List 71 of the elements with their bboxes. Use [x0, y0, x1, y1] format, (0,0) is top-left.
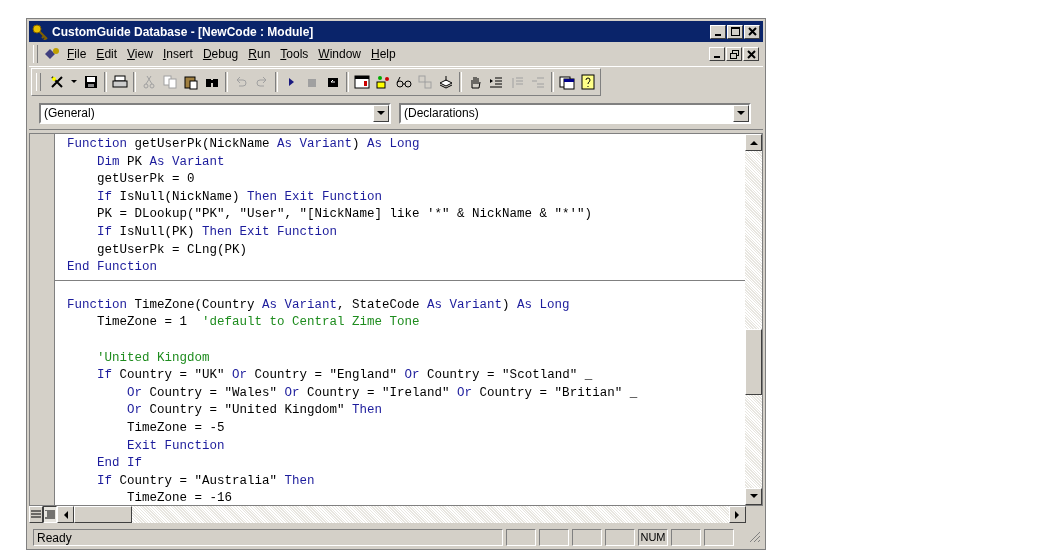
up-arrow-icon [749, 140, 758, 145]
code-line: Or Country = "United Kingdom" Then [126, 402, 384, 420]
code-line: Function TimeZone(Country As Variant, StateCode As Variant) As Long [67, 296, 571, 314]
code-line: TimeZone = -5 [126, 419, 226, 437]
code-line: getUserPk = 0 [96, 171, 196, 189]
module-icon[interactable] [43, 46, 61, 62]
glasses-icon[interactable] [396, 74, 412, 90]
code-line: PK = DLookup("PK", "User", "[NickName] like '*" & NickName & "*'") [96, 206, 594, 224]
status-panel [539, 528, 569, 546]
scroll-thumb[interactable] [74, 506, 132, 523]
menu-item[interactable]: Tools [276, 45, 313, 63]
minimize-button[interactable] [709, 47, 725, 61]
code-line: End If [96, 455, 143, 473]
object-browser-icon[interactable] [559, 74, 575, 90]
menu-item[interactable]: File [63, 45, 91, 63]
code-line: Function getUserPk(NickName As Variant) As Long [67, 136, 421, 153]
code-line: If Country = "Australia" Then [96, 472, 316, 490]
caret-icon [377, 110, 385, 116]
status-panel [605, 528, 635, 546]
minimize-icon [714, 56, 720, 58]
procedure-dropdown[interactable]: (Declarations) [399, 102, 751, 124]
num-lock-indicator: NUM [638, 528, 668, 546]
code-line: Or Country = "Wales" Or Country = "Ireland" Or Country = "Britian" _ [126, 384, 639, 402]
code-line: TimeZone = -16 [126, 490, 234, 505]
full-module-view-button[interactable] [43, 506, 57, 523]
caret-icon [737, 110, 745, 116]
minimize-icon [715, 33, 721, 36]
status-panel [506, 528, 536, 546]
key-icon [32, 23, 48, 40]
status-panel [572, 528, 602, 546]
code-line: If IsNull(PK) Then Exit Function [96, 223, 339, 241]
down-arrow-icon [749, 494, 758, 499]
vertical-scrollbar[interactable] [745, 134, 762, 505]
procedure-view-button[interactable] [29, 506, 43, 523]
menu-item[interactable]: Help [367, 45, 400, 63]
clipboard-icon[interactable] [183, 74, 199, 90]
code-line: TimeZone = 1 'default to Central Zime Tone [96, 314, 421, 332]
status-panel [704, 528, 734, 546]
menu-item[interactable]: Debug [198, 45, 243, 63]
status-message: Ready [33, 528, 503, 546]
status-panel [671, 528, 701, 546]
code-line: Exit Function [126, 437, 226, 455]
print-icon[interactable] [112, 74, 128, 90]
resize-grip-icon[interactable] [749, 531, 761, 543]
save-icon[interactable] [83, 74, 99, 90]
code-line: Dim PK As Variant [96, 153, 226, 171]
left-arrow-icon [63, 510, 68, 519]
indent-icon[interactable] [488, 74, 504, 90]
window-icon[interactable] [354, 74, 370, 90]
maximize-button[interactable] [727, 24, 743, 39]
menu-item[interactable]: Edit [92, 45, 122, 63]
scroll-thumb[interactable] [745, 329, 762, 395]
right-arrow-icon [735, 510, 740, 519]
maximize-icon [730, 27, 740, 36]
help-icon[interactable] [580, 74, 596, 90]
restore-button[interactable] [726, 47, 742, 61]
object-dropdown[interactable]: (General) [39, 102, 391, 124]
code-line: End Function [67, 259, 158, 277]
window-title: CustomGuide Database - [NewCode : Module] [52, 24, 315, 39]
code-line: If Country = "UK" Or Country = "England" Or Country = "Scotland" _ [96, 367, 594, 385]
close-button[interactable] [743, 47, 759, 61]
minimize-button[interactable] [710, 24, 726, 39]
menu-item[interactable]: Insert [158, 45, 197, 63]
code-line: getUserPk = CLng(PK) [96, 241, 249, 259]
menu-item[interactable]: Run [244, 45, 275, 63]
code-line: If IsNull(NickName) Then Exit Function [96, 188, 384, 206]
menu-item[interactable]: View [123, 45, 157, 63]
horizontal-scrollbar[interactable] [57, 506, 746, 523]
code-line: 'United Kingdom [96, 349, 211, 367]
close-button[interactable] [744, 24, 760, 39]
menu-item[interactable]: Window [314, 45, 365, 63]
